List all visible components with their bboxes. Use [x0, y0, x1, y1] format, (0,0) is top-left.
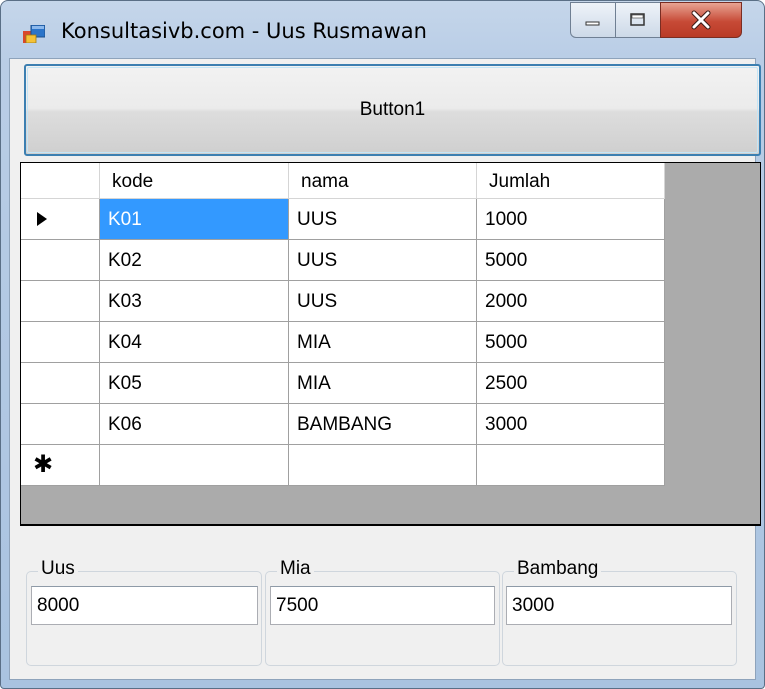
title-bar[interactable]: Konsultasivb.com - Uus Rusmawan: [1, 1, 764, 59]
cell-kode[interactable]: K02: [100, 240, 289, 281]
row-header[interactable]: [21, 322, 100, 363]
close-button[interactable]: [660, 2, 742, 38]
cell-jumlah[interactable]: 2500: [477, 363, 665, 404]
cell-jumlah[interactable]: 2000: [477, 281, 665, 322]
grid-top-left-header[interactable]: [21, 163, 100, 199]
row-header-current[interactable]: [21, 199, 100, 240]
cell-nama[interactable]: UUS: [289, 240, 477, 281]
minimize-icon: [585, 21, 600, 26]
bambang-total-textbox[interactable]: 3000: [506, 586, 732, 625]
current-row-arrow-icon: [37, 212, 47, 226]
column-header-jumlah[interactable]: Jumlah: [477, 163, 665, 199]
maximize-icon: [630, 13, 645, 26]
cell-jumlah[interactable]: 3000: [477, 404, 665, 445]
new-row-asterisk-icon: ✱: [33, 450, 54, 478]
new-row-cell-kode[interactable]: [100, 445, 289, 486]
button1-label: Button1: [359, 99, 426, 120]
close-icon: [691, 10, 711, 30]
mia-total-textbox[interactable]: 7500: [270, 586, 495, 625]
cell-kode[interactable]: K03: [100, 281, 289, 322]
cell-nama[interactable]: MIA: [289, 322, 477, 363]
row-header[interactable]: [21, 363, 100, 404]
new-row-cell-jumlah[interactable]: [477, 445, 665, 486]
cell-jumlah[interactable]: 5000: [477, 240, 665, 281]
groupbox-mia-label: Mia: [277, 558, 314, 580]
row-header[interactable]: [21, 404, 100, 445]
new-row-cell-nama[interactable]: [289, 445, 477, 486]
row-header-new[interactable]: ✱: [21, 445, 100, 486]
cell-jumlah[interactable]: 5000: [477, 322, 665, 363]
groupbox-bambang-label: Bambang: [514, 558, 602, 580]
cell-kode[interactable]: K05: [100, 363, 289, 404]
cell-nama[interactable]: BAMBANG: [289, 404, 477, 445]
cell-kode[interactable]: K04: [100, 322, 289, 363]
cell-nama[interactable]: UUS: [289, 281, 477, 322]
cell-nama[interactable]: MIA: [289, 363, 477, 404]
cell-kode[interactable]: K01: [100, 199, 289, 240]
maximize-button[interactable]: [615, 2, 661, 38]
column-header-kode[interactable]: kode: [100, 163, 289, 199]
uus-total-textbox[interactable]: 8000: [31, 586, 258, 625]
groupbox-uus-label: Uus: [38, 558, 78, 580]
cell-jumlah[interactable]: 1000: [477, 199, 665, 240]
row-header[interactable]: [21, 281, 100, 322]
button1[interactable]: Button1: [24, 64, 761, 156]
data-grid[interactable]: kode nama Jumlah K01 UUS 1000 K02 UUS 50…: [20, 162, 761, 526]
row-header[interactable]: [21, 240, 100, 281]
cell-nama[interactable]: UUS: [289, 199, 477, 240]
window-title: Konsultasivb.com - Uus Rusmawan: [61, 19, 427, 43]
cell-kode[interactable]: K06: [100, 404, 289, 445]
app-window-icon: [23, 25, 45, 43]
minimize-button[interactable]: [570, 2, 616, 38]
column-header-nama[interactable]: nama: [289, 163, 477, 199]
